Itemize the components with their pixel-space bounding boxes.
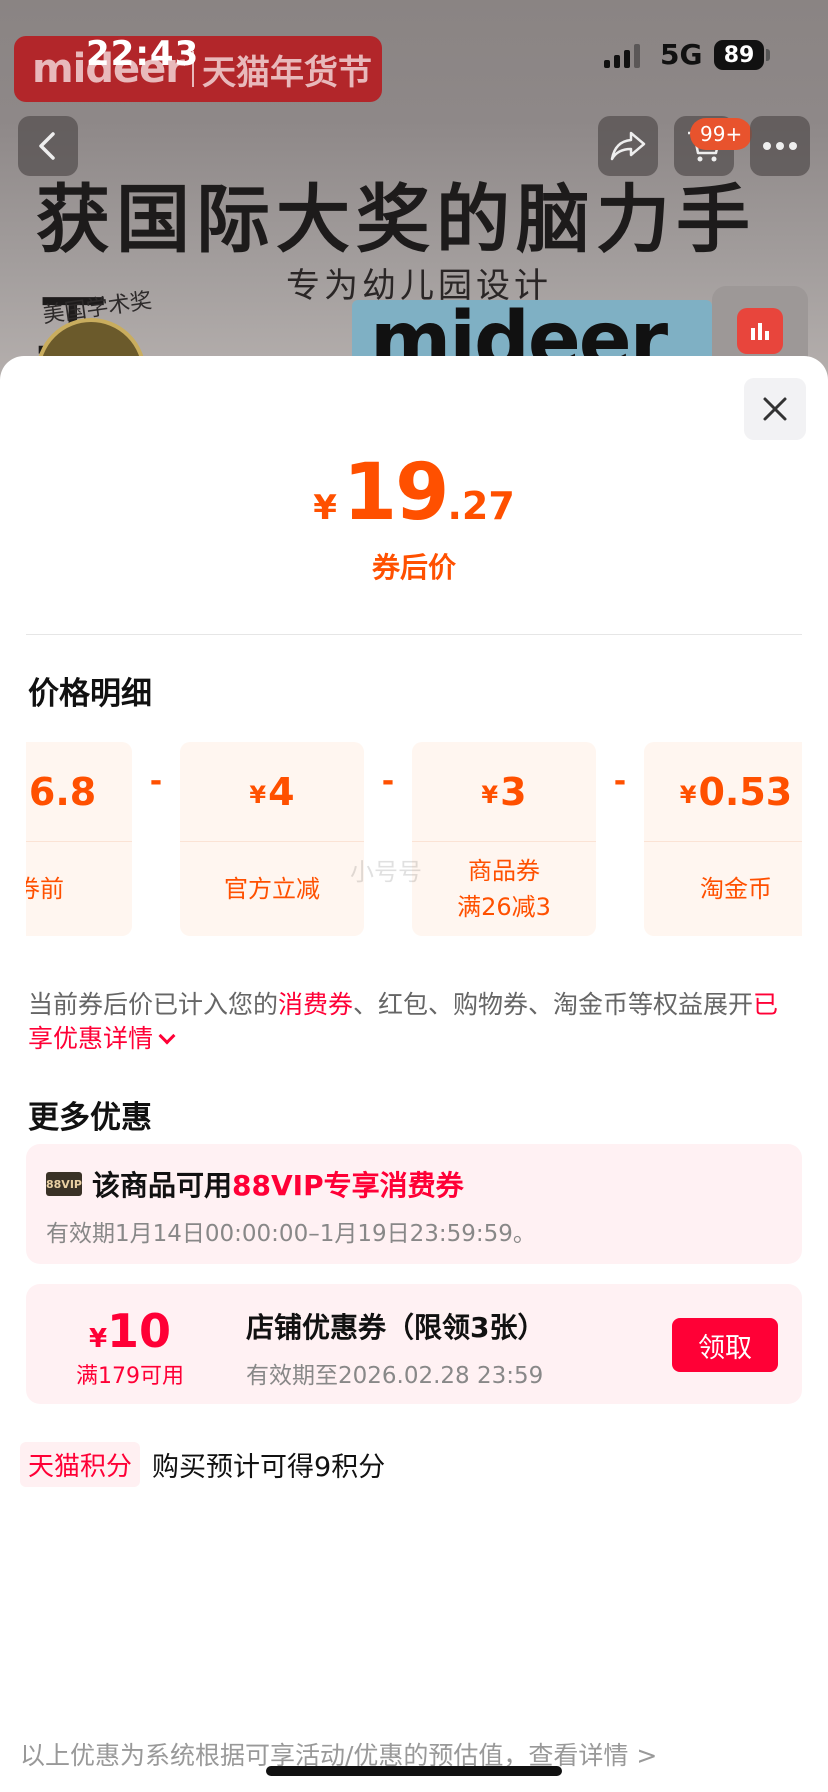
breakdown-title: 价格明细	[28, 676, 152, 712]
claim-coupon-button[interactable]: 领取	[672, 1318, 778, 1372]
close-icon	[763, 397, 787, 421]
breakdown-row: ¥26.8 券前 - ¥4 官方立减 - ¥3 商品券满26减3 - ¥0.53…	[26, 742, 802, 936]
shop-coupon-card: ¥10 满179可用 店铺优惠券（限领3张） 有效期至2026.02.28 23…	[26, 1284, 802, 1404]
points-row: 天猫积分 购买预计可得9积分	[20, 1442, 385, 1487]
final-price-block: ¥ 19 .27 券后价	[0, 448, 828, 586]
share-button[interactable]	[598, 116, 658, 176]
more-dots-icon	[763, 142, 797, 150]
status-bar: 22:43 5G 89	[0, 0, 828, 110]
minus-operator: -	[381, 764, 395, 799]
more-button[interactable]	[750, 116, 810, 176]
breakdown-value: ¥4	[180, 742, 364, 842]
share-icon	[610, 131, 646, 161]
close-button[interactable]	[744, 378, 806, 440]
breakdown-value: ¥3	[412, 742, 596, 842]
coupon-title: 店铺优惠券（限领3张）	[246, 1311, 546, 1344]
vip-badge-icon: 88VIP	[46, 1172, 82, 1196]
battery-icon: 89	[714, 40, 764, 70]
price-detail-sheet: ¥ 19 .27 券后价 价格明细 ¥26.8 券前 - ¥4 官方立减 - ¥…	[0, 356, 828, 1792]
breakdown-label: 官方立减	[224, 875, 320, 903]
points-text: 购买预计可得9积分	[152, 1452, 386, 1483]
vip-coupon-card[interactable]: 88VIP 该商品可用88VIP专享消费券 有效期1月14日00:00:00–1…	[26, 1144, 802, 1264]
back-arrow-icon	[39, 132, 55, 160]
more-offers-title: 更多优惠	[28, 1100, 152, 1136]
breakdown-label: 券前	[26, 875, 64, 903]
final-price-label: 券后价	[371, 551, 456, 584]
breakdown-card: ¥26.8 券前	[26, 742, 132, 936]
minus-operator: -	[613, 764, 627, 799]
breakdown-value: ¥26.8	[26, 742, 132, 842]
breakdown-label: 商品券 满26减3	[457, 857, 551, 921]
status-time: 22:43	[86, 34, 200, 74]
breakdown-value: ¥0.53	[644, 742, 802, 842]
breakdown-card: ¥4 官方立减	[180, 742, 364, 936]
battery-level: 89	[723, 42, 755, 68]
signal-icon	[604, 44, 640, 68]
coupon-validity: 有效期至2026.02.28 23:59	[246, 1363, 544, 1389]
cart-count-badge: 99+	[690, 118, 753, 150]
breakdown-card: ¥3 商品券 满26减3	[412, 742, 596, 936]
price-integer: 19	[342, 448, 450, 538]
coupon-condition: 满179可用	[76, 1364, 184, 1389]
breakdown-card: ¥0.53 淘金币	[644, 742, 802, 936]
stats-icon	[737, 308, 783, 354]
coupon-amount: ¥10	[88, 1304, 172, 1358]
network-type: 5G	[660, 38, 703, 71]
home-indicator[interactable]	[266, 1766, 562, 1776]
watermark-text: 小号号	[350, 858, 422, 886]
back-button[interactable]	[18, 116, 78, 176]
points-tag: 天猫积分	[20, 1442, 141, 1487]
price-breakdown-scroller[interactable]: ¥26.8 券前 - ¥4 官方立减 - ¥3 商品券满26减3 - ¥0.53…	[26, 742, 802, 936]
consumption-coupon-link[interactable]: 消费券	[278, 990, 353, 1019]
breakdown-label: 淘金币	[700, 875, 772, 903]
battery-tip	[766, 49, 770, 61]
vip-coupon-validity: 有效期1月14日00:00:00–1月19日23:59:59。	[46, 1221, 536, 1247]
final-price: ¥ 19 .27	[313, 448, 515, 538]
price-currency: ¥	[313, 488, 337, 528]
price-decimal: .27	[447, 484, 515, 528]
divider	[26, 634, 802, 635]
price-note: 当前券后价已计入您的消费券、红包、购物券、淘金币等权益展开已享优惠详情	[28, 990, 779, 1053]
minus-operator: -	[149, 764, 163, 799]
vip-coupon-title: 该商品可用88VIP专享消费券	[92, 1169, 464, 1202]
chevron-down-icon	[158, 1027, 176, 1045]
